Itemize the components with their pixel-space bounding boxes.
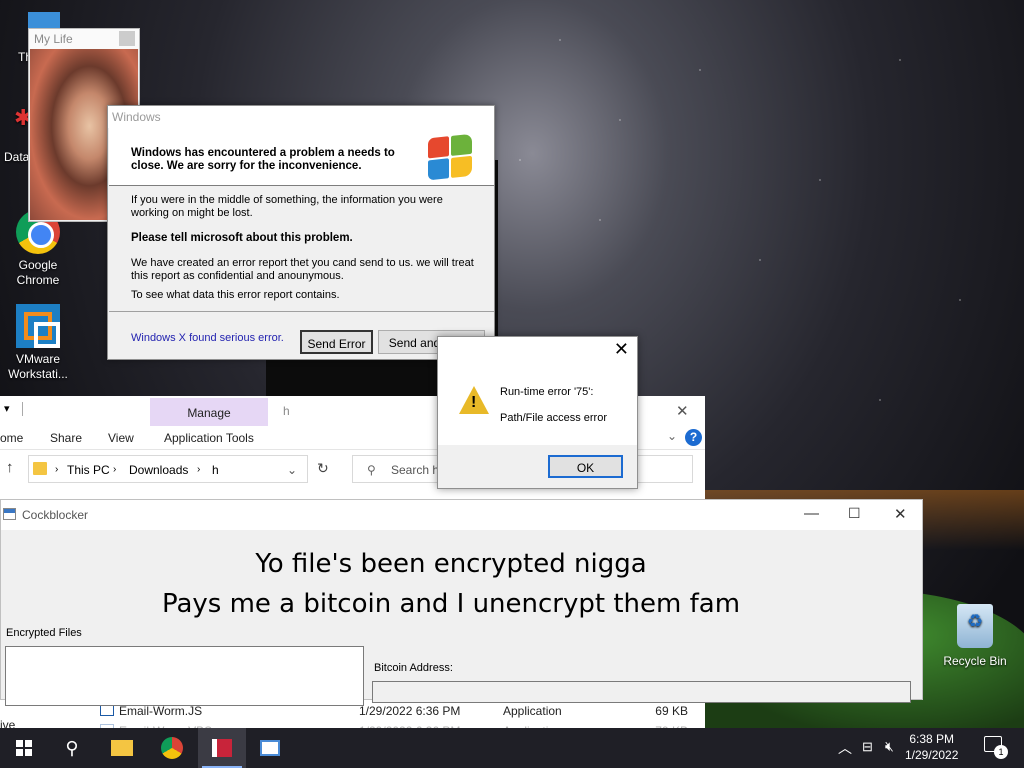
- window-title: Cockblocker: [22, 508, 89, 522]
- breadcrumb-downloads[interactable]: Downloads: [129, 463, 188, 477]
- breadcrumb-this-pc[interactable]: This PC: [67, 463, 110, 477]
- dialog-paragraph: To see what data this error report conta…: [131, 289, 340, 301]
- encrypted-files-label: Encrypted Files: [6, 627, 82, 639]
- dialog-header: Windows has encountered a problem a need…: [109, 128, 494, 186]
- ribbon-collapse-icon[interactable]: ⌄: [667, 429, 677, 443]
- tab-share[interactable]: Share: [50, 431, 82, 445]
- dialog-titlebar[interactable]: Windows: [108, 106, 494, 128]
- dialog-footer-label: Windows X found serious error.: [131, 332, 284, 344]
- recycle-bin-icon: ♻: [957, 604, 993, 648]
- chrome-icon: [161, 737, 183, 759]
- cockblocker-window[interactable]: Cockblocker — ☐ ✕ Yo file's been encrypt…: [0, 499, 923, 706]
- breadcrumb-h[interactable]: h: [212, 463, 219, 477]
- explorer-title: h: [283, 404, 290, 418]
- clock-date: 1/29/2022: [905, 748, 959, 762]
- notification-center-icon[interactable]: 1: [984, 736, 1008, 759]
- runtime-error-content: ✕ ! Run-time error '75': Path/File acces…: [438, 337, 637, 445]
- tab-view[interactable]: View: [108, 431, 134, 445]
- dialog-paragraph-bold: Please tell microsoft about this problem…: [131, 232, 353, 244]
- breadcrumb-separator-icon: ›: [197, 464, 201, 475]
- desktop-icon-label: Recycle Bin: [943, 654, 1007, 668]
- error-line-1: Run-time error '75':: [500, 386, 594, 398]
- network-icon[interactable]: ⊟: [862, 739, 873, 768]
- bitcoin-address-label: Bitcoin Address:: [374, 662, 453, 674]
- mylife-title: My Life: [34, 32, 73, 46]
- taskbar-app-book[interactable]: [198, 728, 246, 768]
- vmware-icon: [16, 304, 60, 348]
- error-line-2: Path/File access error: [500, 412, 607, 424]
- minimize-icon[interactable]: —: [804, 505, 819, 522]
- tab-home[interactable]: ome: [0, 431, 23, 445]
- search-icon: ⚲: [65, 737, 79, 758]
- cockblocker-titlebar[interactable]: Cockblocker — ☐ ✕: [1, 500, 922, 530]
- taskbar: ⚲ ︿ ⊟ 🔇︎ 6:38 PM 1/29/2022 1: [0, 728, 1024, 768]
- show-hidden-icons-chevron-icon[interactable]: ︿: [838, 738, 852, 768]
- start-button[interactable]: [0, 728, 48, 768]
- close-icon[interactable]: ✕: [614, 339, 629, 360]
- dialog-body: If you were in the middle of something, …: [131, 194, 481, 310]
- breadcrumb-separator-icon: ›: [113, 464, 117, 475]
- chevron-down-icon[interactable]: ⌄: [287, 463, 297, 477]
- notification-count-badge: 1: [994, 745, 1008, 759]
- help-icon[interactable]: ?: [685, 429, 702, 446]
- book-app-icon: [212, 739, 232, 757]
- up-arrow-icon[interactable]: ↑: [6, 459, 14, 476]
- windows-logo-icon: [428, 133, 474, 183]
- desktop-icon-recycle-bin[interactable]: ♻ Recycle Bin: [937, 604, 1013, 669]
- dialog-title: Windows: [112, 110, 161, 124]
- close-button[interactable]: [119, 31, 135, 46]
- file-name: Email-Worm.JS: [119, 704, 203, 718]
- dialog-header-text: Windows has encountered a problem a need…: [131, 147, 395, 172]
- file-type: Application: [503, 704, 562, 718]
- maximize-icon[interactable]: ☐: [848, 505, 861, 522]
- breadcrumb-separator-icon: ›: [55, 464, 59, 475]
- tab-application-tools[interactable]: Application Tools: [164, 431, 254, 445]
- address-bar[interactable]: › This PC › Downloads › h ⌄: [28, 455, 308, 483]
- desktop-icon-vmware[interactable]: VMware Workstati...: [0, 304, 76, 382]
- ransom-message: Yo file's been encrypted nigga Pays me a…: [1, 544, 901, 624]
- tab-manage[interactable]: Manage: [150, 398, 268, 426]
- mylife-titlebar[interactable]: My Life: [29, 29, 139, 49]
- search-icon: ⚲: [367, 463, 376, 477]
- ransom-message-line-1: Yo file's been encrypted nigga: [255, 549, 647, 579]
- taskbar-file-explorer[interactable]: [98, 728, 146, 768]
- ok-button[interactable]: OK: [548, 455, 623, 478]
- volume-muted-icon[interactable]: 🔇︎: [885, 738, 894, 768]
- clock-time: 6:38 PM: [909, 732, 955, 746]
- quick-access-chevron-icon[interactable]: ▾: [4, 402, 10, 415]
- app-form-icon: [3, 508, 16, 520]
- send-error-button[interactable]: Send Error: [300, 330, 373, 354]
- close-icon[interactable]: ✕: [894, 505, 907, 523]
- refresh-icon[interactable]: ↻: [317, 460, 329, 477]
- runtime-error-dialog[interactable]: ✕ ! Run-time error '75': Path/File acces…: [437, 336, 638, 489]
- close-icon[interactable]: ✕: [676, 402, 689, 420]
- warning-icon: !: [459, 386, 489, 414]
- folder-icon: [33, 462, 47, 475]
- clock[interactable]: 6:38 PM 1/29/2022: [905, 731, 958, 763]
- folder-icon: [111, 740, 133, 756]
- form-app-icon: [260, 740, 280, 756]
- taskbar-chrome[interactable]: [148, 728, 196, 768]
- file-size: 69 KB: [655, 704, 688, 718]
- desktop-icon-label: Google Chrome: [16, 258, 60, 287]
- file-date: 1/29/2022 6:36 PM: [359, 704, 461, 718]
- dialog-paragraph: We have created an error report thet you…: [131, 257, 474, 282]
- bitcoin-address-field[interactable]: [372, 681, 911, 703]
- search-button[interactable]: ⚲: [48, 728, 96, 768]
- taskbar-app-form[interactable]: [246, 728, 294, 768]
- dialog-paragraph: If you were in the middle of something, …: [131, 194, 443, 219]
- encrypted-files-list[interactable]: [5, 646, 364, 706]
- windows-error-dialog[interactable]: Windows Windows has encountered a proble…: [107, 105, 495, 360]
- search-placeholder: Search h: [391, 463, 440, 477]
- windows-start-icon: [16, 740, 32, 756]
- ribbon-divider: [22, 402, 23, 416]
- ransom-message-line-2: Pays me a bitcoin and I unencrypt them f…: [161, 589, 741, 619]
- desktop-icon-label: VMware Workstati...: [8, 352, 68, 381]
